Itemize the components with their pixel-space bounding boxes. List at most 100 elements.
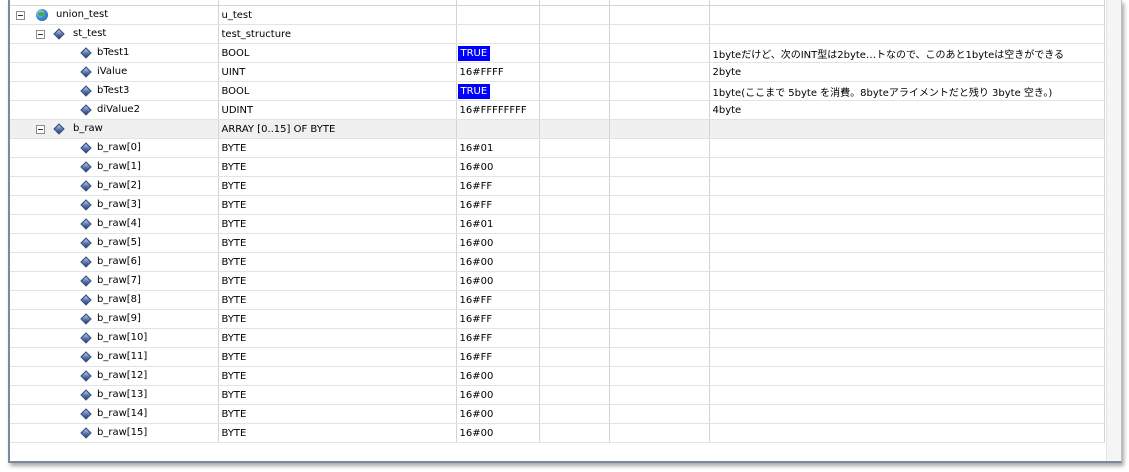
prepared-value-cell[interactable]	[539, 157, 610, 177]
table-row[interactable]: b_raw ARRAY [0..15] OF BYTE	[10, 119, 1105, 139]
expression-cell[interactable]: b_raw[3]	[10, 195, 219, 215]
prepared-value-cell[interactable]	[539, 138, 610, 158]
expression-cell[interactable]: b_raw[8]	[10, 290, 219, 310]
expression-cell[interactable]: b_raw	[10, 119, 219, 139]
collapse-toggle-icon[interactable]	[16, 11, 25, 20]
prepared-value-cell[interactable]	[539, 252, 610, 272]
table-row[interactable]: b_raw[11] BYTE 16#FF	[10, 347, 1105, 367]
table-row[interactable]: b_raw[13] BYTE 16#00	[10, 385, 1105, 405]
prepared-value-cell[interactable]	[539, 290, 610, 310]
table-row[interactable]: b_raw[15] BYTE 16#00	[10, 423, 1105, 443]
value-cell[interactable]: 16#00	[456, 404, 540, 424]
value-cell[interactable]	[456, 24, 540, 44]
prepared-value-cell[interactable]	[539, 385, 610, 405]
prepared-value-cell[interactable]	[539, 176, 610, 196]
expression-cell[interactable]: b_raw[12]	[10, 366, 219, 386]
expression-label: b_raw[7]	[97, 275, 141, 286]
table-row[interactable]: b_raw[4] BYTE 16#01	[10, 214, 1105, 234]
table-row[interactable]: b_raw[6] BYTE 16#00	[10, 252, 1105, 272]
value-cell[interactable]	[456, 5, 540, 25]
prepared-value-cell[interactable]	[539, 43, 610, 63]
value-cell[interactable]: 16#00	[456, 157, 540, 177]
value-cell[interactable]: 16#FF	[456, 309, 540, 329]
expression-cell[interactable]: b_raw[11]	[10, 347, 219, 367]
value-cell[interactable]: 16#00	[456, 423, 540, 443]
value-cell[interactable]: 16#00	[456, 366, 540, 386]
vertical-scrollbar[interactable]	[1106, 0, 1121, 461]
collapse-toggle-icon[interactable]	[36, 125, 45, 134]
table-row[interactable]: b_raw[8] BYTE 16#FF	[10, 290, 1105, 310]
expression-cell[interactable]: b_raw[4]	[10, 214, 219, 234]
table-row[interactable]: b_raw[5] BYTE 16#00	[10, 233, 1105, 253]
table-row[interactable]: bTest1 BOOL TRUE 1byteだけど、次のINT型は2byte…トなので…	[10, 43, 1105, 63]
prepared-value-cell[interactable]	[539, 309, 610, 329]
expression-cell[interactable]: b_raw[5]	[10, 233, 219, 253]
value-cell[interactable]: 16#FF	[456, 176, 540, 196]
expression-cell[interactable]: b_raw[1]	[10, 157, 219, 177]
expression-cell[interactable]: diValue2	[10, 100, 219, 120]
table-row[interactable]: b_raw[10] BYTE 16#FF	[10, 328, 1105, 348]
table-row[interactable]: b_raw[2] BYTE 16#FF	[10, 176, 1105, 196]
prepared-value-cell[interactable]	[539, 233, 610, 253]
value-cell[interactable]: 16#00	[456, 252, 540, 272]
table-row[interactable]: b_raw[14] BYTE 16#00	[10, 404, 1105, 424]
comment-cell	[709, 176, 1105, 196]
expression-cell[interactable]: b_raw[7]	[10, 271, 219, 291]
prepared-value-cell[interactable]	[539, 271, 610, 291]
table-row[interactable]: b_raw[7] BYTE 16#00	[10, 271, 1105, 291]
table-row[interactable]: union_test u_test	[10, 5, 1105, 25]
value-cell[interactable]: 16#01	[456, 138, 540, 158]
table-row[interactable]: iValue UINT 16#FFFF 2byte	[10, 62, 1105, 82]
prepared-value-cell[interactable]	[539, 5, 610, 25]
value-cell[interactable]: TRUE	[456, 43, 540, 63]
expression-cell[interactable]: bTest3	[10, 81, 219, 101]
prepared-value-cell[interactable]	[539, 62, 610, 82]
prepared-value-cell[interactable]	[539, 347, 610, 367]
expression-cell[interactable]: bTest1	[10, 43, 219, 63]
prepared-value-cell[interactable]	[539, 328, 610, 348]
expression-cell[interactable]: b_raw[9]	[10, 309, 219, 329]
table-row[interactable]: st_test test_structure	[10, 24, 1105, 44]
expression-cell[interactable]: union_test	[10, 5, 219, 25]
table-row[interactable]: diValue2 UDINT 16#FFFFFFFF 4byte	[10, 100, 1105, 120]
expression-cell[interactable]: iValue	[10, 62, 219, 82]
table-row[interactable]: b_raw[9] BYTE 16#FF	[10, 309, 1105, 329]
expression-cell[interactable]: b_raw[15]	[10, 423, 219, 443]
value-cell[interactable]: 16#00	[456, 271, 540, 291]
value-cell[interactable]: 16#FFFFFFFF	[456, 100, 540, 120]
value-cell[interactable]: 16#00	[456, 385, 540, 405]
prepared-value-cell[interactable]	[539, 81, 610, 101]
table-row[interactable]: b_raw[3] BYTE 16#FF	[10, 195, 1105, 215]
value-cell[interactable]: 16#FF	[456, 347, 540, 367]
value-cell[interactable]: 16#00	[456, 233, 540, 253]
prepared-value-cell[interactable]	[539, 366, 610, 386]
prepared-value-cell[interactable]	[539, 404, 610, 424]
collapse-toggle-icon[interactable]	[36, 30, 45, 39]
prepared-value-cell[interactable]	[539, 24, 610, 44]
prepared-value-cell[interactable]	[539, 423, 610, 443]
expression-cell[interactable]: b_raw[14]	[10, 404, 219, 424]
value-cell[interactable]	[456, 119, 540, 139]
expression-cell[interactable]: st_test	[10, 24, 219, 44]
expression-cell[interactable]: b_raw[0]	[10, 138, 219, 158]
expression-cell[interactable]: b_raw[10]	[10, 328, 219, 348]
table-row[interactable]: b_raw[1] BYTE 16#00	[10, 157, 1105, 177]
value-cell[interactable]: 16#FF	[456, 328, 540, 348]
value-cell[interactable]: 16#FFFF	[456, 62, 540, 82]
table-row[interactable]: b_raw[12] BYTE 16#00	[10, 366, 1105, 386]
table-row[interactable]: b_raw[0] BYTE 16#01	[10, 138, 1105, 158]
prepared-value-cell[interactable]	[539, 119, 610, 139]
value-cell[interactable]: TRUE	[456, 81, 540, 101]
value-cell[interactable]: 16#FF	[456, 290, 540, 310]
prepared-value-cell[interactable]	[539, 100, 610, 120]
expression-cell[interactable]: b_raw[13]	[10, 385, 219, 405]
expression-cell[interactable]: b_raw[2]	[10, 176, 219, 196]
comment-cell	[709, 119, 1105, 139]
prepared-value-cell[interactable]	[539, 195, 610, 215]
variable-icon	[80, 85, 92, 97]
table-row[interactable]: bTest3 BOOL TRUE 1byte(ここまで 5byte を消費。8byte…	[10, 81, 1105, 101]
value-cell[interactable]: 16#01	[456, 214, 540, 234]
value-cell[interactable]: 16#FF	[456, 195, 540, 215]
prepared-value-cell[interactable]	[539, 214, 610, 234]
expression-cell[interactable]: b_raw[6]	[10, 252, 219, 272]
